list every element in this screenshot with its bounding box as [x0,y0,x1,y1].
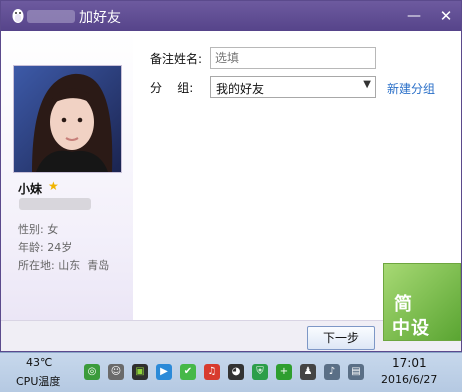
title-blurred-region [27,10,75,23]
remark-input[interactable] [210,47,376,69]
close-button[interactable]: ✕ [435,5,457,27]
volume-tray-icon[interactable]: ♪ [324,364,340,380]
security-tray-icon[interactable]: ◎ [84,364,100,380]
dropdown-arrow-icon: ▼ [363,79,371,90]
music-tray-icon[interactable]: ♫ [204,364,220,380]
watermark-line2: 中设 [392,318,430,339]
minimize-icon: — [407,8,421,24]
nickname: 小妹 [18,182,43,196]
next-button[interactable]: 下一步 [307,326,375,350]
network-tray-icon[interactable]: ▤ [348,364,364,380]
avatar [13,65,122,173]
clock-date[interactable]: 2016/6/27 [381,373,437,386]
shield-tray-icon[interactable]: ⛨ [252,364,268,380]
cpu-temperature-label: CPU温度 [16,375,61,388]
title-bar[interactable]: 加好友 — ✕ [1,1,461,31]
qq-penguin-icon [12,9,24,23]
qq-tray-icon[interactable]: ◕ [228,364,244,380]
window-title: 加好友 [79,10,121,26]
group-select-value: 我的好友 [216,82,265,96]
player-tray-icon[interactable]: ▶ [156,364,172,380]
location-info: 所在地: 山东 青岛 [18,259,110,272]
age-info: 年龄: 24岁 [18,241,73,254]
star-icon: ★ [48,179,59,193]
people-tray-icon[interactable]: ♟ [300,364,316,380]
group-select[interactable]: 我的好友 ▼ [210,76,376,98]
watermark-line1: 简 [394,294,413,315]
gender-info: 性别: 女 [18,223,59,236]
minimize-button[interactable]: — [403,5,425,27]
taskbar: 43℃ CPU温度 ◎ ☺ ▣ ▶ ✔ ♫ ◕ ⛨ + ♟ ♪ ▤ 17:01 … [0,352,462,392]
nvidia-tray-icon[interactable]: ▣ [132,364,148,380]
group-label: 分 组: [150,81,194,95]
clock-time[interactable]: 17:01 [392,356,427,370]
close-icon: ✕ [439,7,453,25]
cpu-temperature: 43℃ [26,356,53,369]
qq-number-blurred [19,198,91,210]
add-friend-window: 加好友 — ✕ 小妹 ★ 性别: 女 年龄: 24岁 所在地: 山东 青岛 备注… [0,0,462,352]
site-watermark-logo: 简 中设 [383,263,461,341]
plus-tray-icon[interactable]: + [276,364,292,380]
wechat-tray-icon[interactable]: ✔ [180,364,196,380]
new-group-link[interactable]: 新建分组 [387,80,435,97]
remark-label: 备注姓名: [150,52,203,66]
user-tray-icon[interactable]: ☺ [108,364,124,380]
profile-panel: 小妹 ★ 性别: 女 年龄: 24岁 所在地: 山东 青岛 [1,31,133,320]
